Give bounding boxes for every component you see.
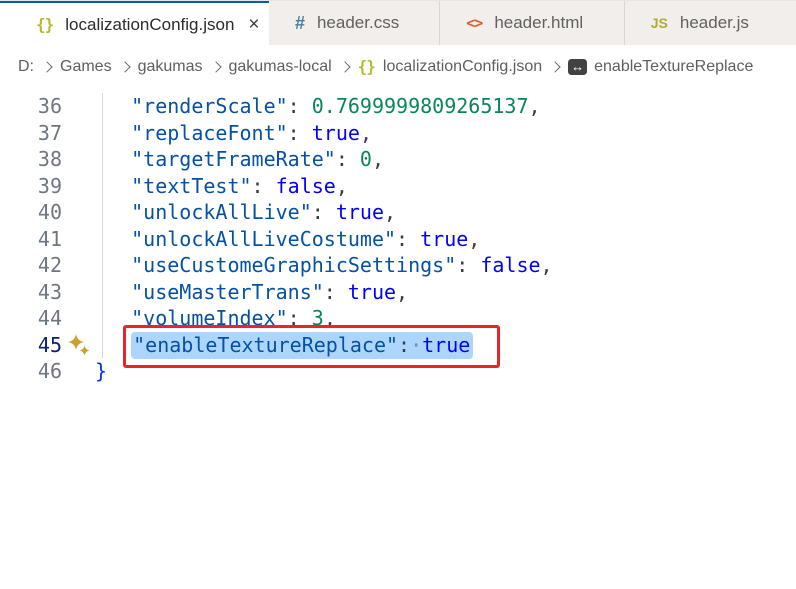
breadcrumb-gakumas-local[interactable]: gakumas-local [229,58,332,76]
code-text: "replaceFont": true, [95,120,372,147]
breadcrumb-symbol-label: enableTextureReplace [594,58,753,76]
line-number: 38 [0,147,62,171]
code-line[interactable]: 45 "enableTextureReplace":·true [0,332,796,359]
chevron-right-icon [210,61,221,72]
symbol-boolean-icon: ↔ [568,59,587,75]
line-number: 45 [0,333,62,357]
tab-label: header.css [317,13,399,33]
breadcrumb: D: Games gakumas gakumas-local {} locali… [0,45,796,88]
html-angle-brackets-icon: <> [466,14,482,32]
code-line[interactable]: 38 "targetFrameRate": 0, [0,146,796,173]
code-text: "renderScale": 0.7699999809265137, [95,93,541,120]
tab-label: localizationConfig.json [65,15,234,35]
tab-label: header.js [680,13,749,33]
gutter [62,358,95,385]
code-line[interactable]: 42 "useCustomeGraphicSettings": false, [0,252,796,279]
code-text: "useCustomeGraphicSettings": false, [95,252,553,279]
code-line[interactable]: 41 "unlockAllLiveCostume": true, [0,226,796,253]
tab-header-js[interactable]: JS header.js [625,1,796,46]
code-line[interactable]: 36 "renderScale": 0.7699999809265137, [0,93,796,120]
gutter [62,199,95,226]
code-text: } [95,358,107,385]
tab-localizationconfig-json[interactable]: {} localizationConfig.json × [0,1,269,46]
code-line[interactable]: 44 "volumeIndex": 3, [0,305,796,332]
line-number: 43 [0,280,62,304]
breadcrumb-games[interactable]: Games [60,58,112,76]
code-line[interactable]: 46} [0,358,796,385]
tab-header-css[interactable]: # header.css [269,1,440,46]
line-number: 46 [0,359,62,383]
code-line[interactable]: 43 "useMasterTrans": true, [0,279,796,306]
css-hash-icon: # [295,13,305,34]
gutter [62,93,95,120]
gutter [62,226,95,253]
gutter [62,173,95,200]
chevron-right-icon [339,61,350,72]
gutter [62,279,95,306]
breadcrumb-drive[interactable]: D: [18,58,34,76]
code-line[interactable]: 39 "textTest": false, [0,173,796,200]
json-braces-icon: {} [358,57,375,76]
line-number: 42 [0,253,62,277]
breadcrumb-file[interactable]: {} localizationConfig.json [358,57,542,76]
code-text: "unlockAllLive": true, [95,199,396,226]
json-braces-icon: {} [36,15,53,34]
code-line[interactable]: 37 "replaceFont": true, [0,120,796,147]
gutter [62,146,95,173]
code-text: "unlockAllLiveCostume": true, [95,226,480,253]
js-icon: JS [651,15,668,31]
gutter [62,252,95,279]
code-editor[interactable]: 36 "renderScale": 0.7699999809265137,37 … [0,88,796,589]
text-selection: "enableTextureReplace":·true [131,332,473,359]
line-number: 41 [0,227,62,251]
gutter [62,120,95,147]
code-lines: 36 "renderScale": 0.7699999809265137,37 … [0,93,796,385]
tab-header-html[interactable]: <> header.html [440,1,625,46]
code-text: "textTest": false, [95,173,348,200]
line-number: 44 [0,306,62,330]
breadcrumb-gakumas[interactable]: gakumas [138,58,203,76]
code-line[interactable]: 40 "unlockAllLive": true, [0,199,796,226]
chevron-right-icon [41,61,52,72]
gutter [62,332,95,359]
code-text: "volumeIndex": 3, [95,305,336,332]
gutter [62,305,95,332]
code-text: "useMasterTrans": true, [95,279,408,306]
close-icon[interactable]: × [248,15,259,34]
breadcrumb-symbol[interactable]: ↔ enableTextureReplace [568,58,753,76]
chevron-right-icon [119,61,130,72]
chevron-right-icon [549,61,560,72]
line-number: 37 [0,121,62,145]
tab-bar: {} localizationConfig.json × # header.cs… [0,0,796,45]
sparkle-icon[interactable] [67,333,91,357]
line-number: 39 [0,174,62,198]
code-text: "enableTextureReplace":·true [95,332,473,359]
breadcrumb-file-label: localizationConfig.json [383,58,542,76]
line-number: 36 [0,94,62,118]
code-text: "targetFrameRate": 0, [95,146,384,173]
line-number: 40 [0,200,62,224]
tab-label: header.html [494,13,583,33]
